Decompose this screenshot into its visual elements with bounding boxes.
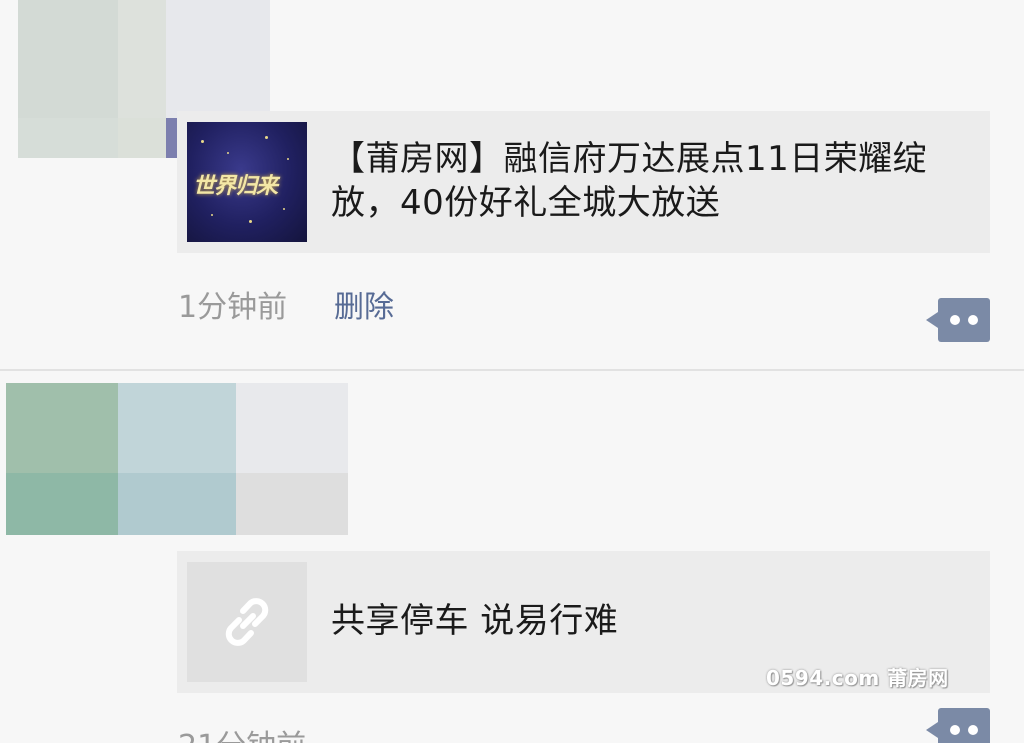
moments-feed: 世界归来 【莆房网】融信府万达展点11日荣耀绽放，40份好礼全城大放送 1分钟前… [0,0,1024,743]
post-timestamp: 1分钟前 [178,290,288,325]
avatar-pixel [236,383,348,473]
thumbnail-title: 世界归来 [193,173,278,199]
avatar-pixel [18,118,118,158]
comment-more-icon[interactable] [926,298,990,342]
post-divider [0,369,1024,371]
avatar-pixel [6,383,118,473]
avatar-pixel [118,383,236,473]
comment-more-icon[interactable] [926,708,990,743]
dot-icon [950,315,960,325]
site-watermark: 0594.com 莆房网 [766,666,949,690]
comment-bubble-tail [926,722,938,738]
sparkle-decoration [287,158,289,160]
link-thumbnail [187,562,307,682]
sparkle-decoration [265,136,268,139]
comment-bubble [938,298,990,342]
delete-link[interactable]: 删除 [334,290,394,326]
avatar-pixel [166,0,270,118]
artwork-thumbnail: 世界归来 [187,122,307,242]
avatar-pixel [236,473,348,535]
sparkle-decoration [283,208,285,210]
avatar-pixel [118,473,236,535]
comment-bubble [938,708,990,743]
article-title: 【莆房网】融信府万达展点11日荣耀绽放，40份好礼全城大放送 [331,139,928,223]
dot-icon [968,725,978,735]
post-timestamp: 21分钟前 [178,729,306,743]
sparkle-decoration [249,220,252,223]
dot-icon [968,315,978,325]
sparkle-decoration [211,214,213,216]
avatar-pixel [118,118,166,158]
comment-bubble-tail [926,312,938,328]
avatar-pixel [18,0,118,118]
link-icon [225,598,269,646]
sparkle-decoration [201,140,204,143]
user-avatar[interactable] [0,383,348,535]
shared-article-card[interactable]: 世界归来 【莆房网】融信府万达展点11日荣耀绽放，40份好礼全城大放送 [177,111,990,253]
avatar-pixel [6,473,118,535]
article-title: 共享停车 说易行难 [331,601,619,641]
dot-icon [950,725,960,735]
avatar-pixel [118,0,166,118]
sparkle-decoration [227,152,229,154]
